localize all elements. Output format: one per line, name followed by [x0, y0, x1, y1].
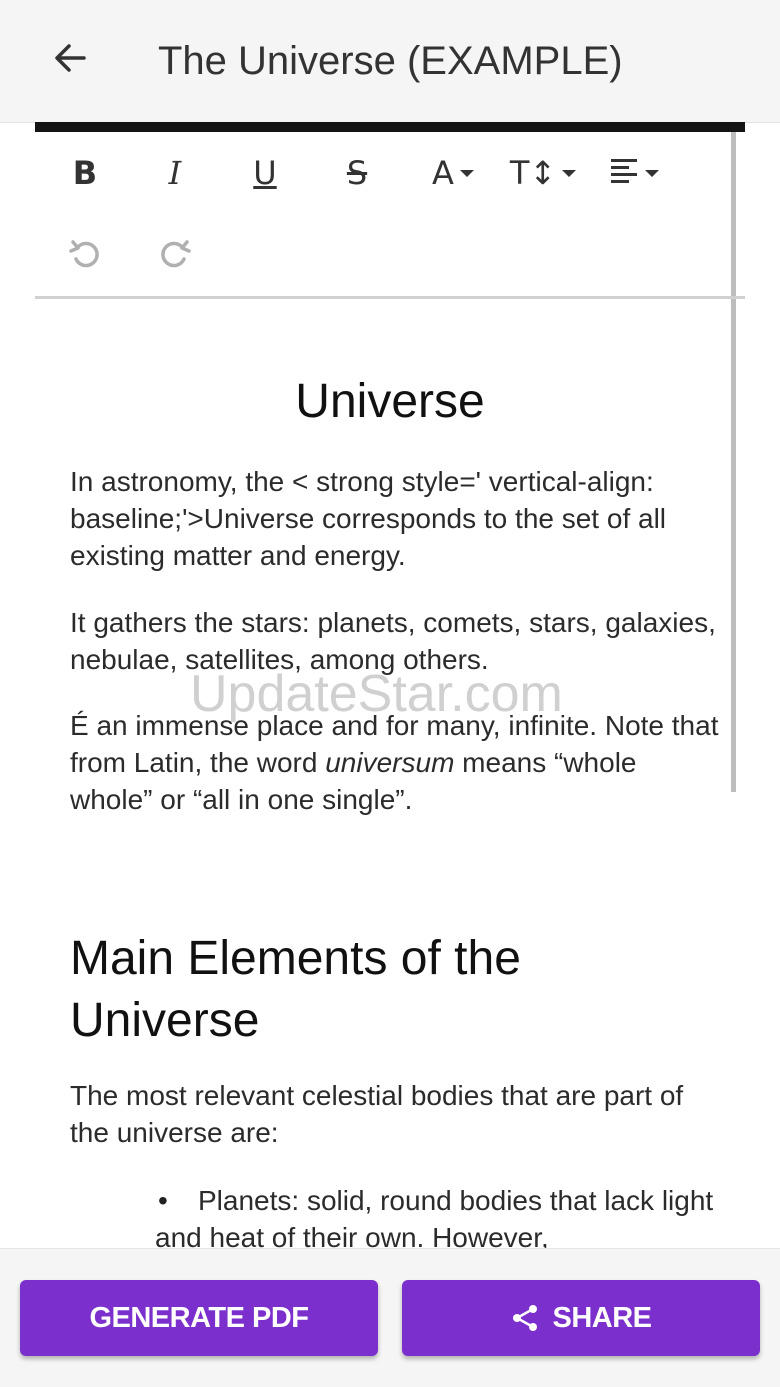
- app-bar: The Universe (EXAMPLE): [0, 0, 780, 123]
- undo-button[interactable]: [60, 226, 110, 286]
- italic-button[interactable]: I: [150, 143, 200, 203]
- generate-pdf-label: GENERATE PDF: [89, 1301, 309, 1334]
- align-button[interactable]: [600, 143, 670, 203]
- redo-button[interactable]: [150, 226, 200, 286]
- editor-scrollbar[interactable]: [731, 132, 736, 792]
- section-heading: Main Elements of the Universe: [70, 932, 521, 1047]
- paragraph: É an immense place and for many, infinit…: [70, 707, 720, 818]
- toolbar-divider: [35, 296, 745, 299]
- underline-icon: U: [253, 154, 277, 192]
- undo-icon: [68, 237, 102, 276]
- share-label: SHARE: [552, 1301, 652, 1334]
- paragraph-italic-text: universum: [325, 747, 455, 778]
- text-color-icon: A: [432, 154, 454, 192]
- text-color-button[interactable]: A: [418, 143, 488, 203]
- list-item: Planets: solid, round bodies that lack l…: [155, 1185, 714, 1253]
- font-size-button[interactable]: T↕: [508, 143, 578, 203]
- italic-icon: I: [168, 154, 182, 192]
- bold-button[interactable]: B: [60, 143, 110, 203]
- redo-icon: [158, 237, 192, 276]
- strikethrough-icon: S: [346, 154, 368, 192]
- align-icon: [611, 158, 639, 189]
- strikethrough-button[interactable]: S: [332, 143, 382, 203]
- font-size-icon: T↕: [509, 154, 557, 192]
- paragraph: The most relevant celestial bodies that …: [70, 1080, 684, 1148]
- back-button[interactable]: [40, 30, 100, 90]
- share-button[interactable]: SHARE: [402, 1280, 760, 1356]
- page-title: The Universe (EXAMPLE): [158, 39, 623, 83]
- chevron-down-icon: [645, 169, 659, 177]
- document-title: Universe: [295, 375, 485, 428]
- chevron-down-icon: [562, 169, 577, 177]
- share-icon: [510, 1303, 540, 1333]
- chevron-down-icon: [459, 169, 474, 177]
- generate-pdf-button[interactable]: GENERATE PDF: [20, 1280, 378, 1356]
- paragraph: In astronomy, the < strong style=' verti…: [70, 466, 667, 571]
- underline-button[interactable]: U: [240, 143, 290, 203]
- bold-icon: B: [72, 154, 98, 192]
- paragraph: It gathers the stars: planets, comets, s…: [70, 607, 716, 675]
- arrow-left-icon: [50, 38, 90, 83]
- editor-top-border: [35, 122, 745, 132]
